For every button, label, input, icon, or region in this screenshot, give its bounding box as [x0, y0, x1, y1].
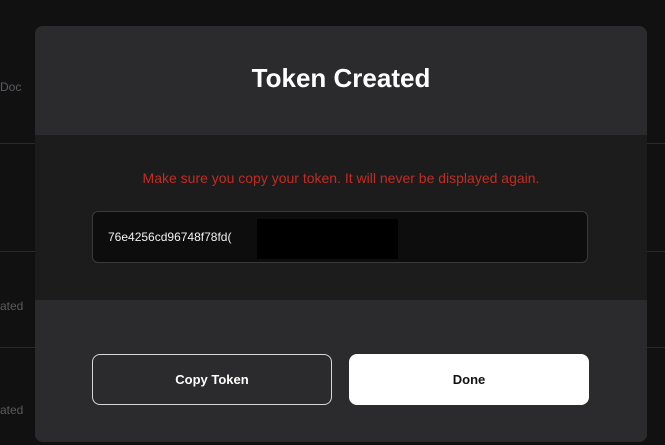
background-text-fragment: ated: [0, 403, 24, 417]
dialog-header: Token Created: [35, 26, 647, 135]
warning-message: Make sure you copy your token. It will n…: [142, 170, 540, 186]
redaction-block: [257, 219, 398, 259]
dialog-footer: Copy Token Done: [35, 300, 647, 442]
dialog-title: Token Created: [251, 63, 431, 93]
done-button[interactable]: Done: [349, 354, 589, 405]
background-text-fragment: ated: [0, 299, 24, 313]
token-created-dialog: Token Created Make sure you copy your to…: [35, 26, 647, 442]
token-field[interactable]: 76e4256cd96748f78fd(: [92, 211, 588, 263]
dialog-body: Make sure you copy your token. It will n…: [35, 135, 647, 300]
copy-token-button[interactable]: Copy Token: [92, 354, 332, 405]
background-text-fragment: Doc: [0, 80, 22, 94]
token-value[interactable]: 76e4256cd96748f78fd(: [108, 230, 231, 244]
